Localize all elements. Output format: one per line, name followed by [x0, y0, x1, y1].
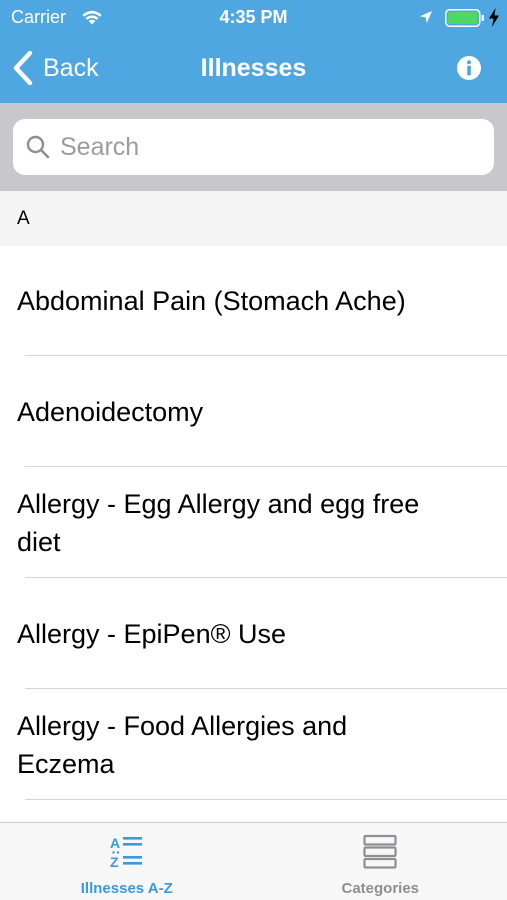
tab-label: Illnesses A-Z [80, 880, 173, 897]
battery-icon [445, 9, 484, 27]
list-item[interactable]: Allergy - Egg Allergy and egg free diet [0, 467, 507, 578]
search-bar [0, 103, 507, 191]
tab-categories[interactable]: Categories [254, 823, 507, 900]
screen: Carrier 4:35 PM Back Illnesses Search A … [0, 0, 507, 900]
location-arrow-icon [420, 11, 432, 23]
section-header-label: A [17, 208, 30, 229]
nav-bar: Back Illnesses [0, 36, 507, 103]
charging-bolt-icon [489, 8, 499, 27]
tab-bar: A Z Illnesses A-Z Categories [0, 822, 507, 900]
list-item[interactable]: Allergy - Food Allergies and Eczema [0, 689, 507, 800]
tab-illnesses-a-z[interactable]: A Z Illnesses A-Z [0, 823, 254, 900]
illness-list: Abdominal Pain (Stomach Ache) Adenoidect… [0, 246, 507, 800]
page-title: Illnesses [200, 54, 307, 82]
search-input[interactable] [60, 132, 480, 162]
list-item-label: Adenoidectomy [17, 396, 204, 427]
categories-stack-icon [363, 834, 397, 869]
info-icon[interactable] [457, 56, 481, 80]
list-item-label: Allergy - EpiPen® Use [17, 618, 286, 649]
status-bar: Carrier 4:35 PM [0, 0, 507, 36]
list-item[interactable]: Allergy - EpiPen® Use [0, 578, 507, 689]
list-item[interactable]: Adenoidectomy [0, 356, 507, 467]
a-z-list-icon: A Z [110, 835, 142, 870]
list-item[interactable]: Abdominal Pain (Stomach Ache) [0, 246, 507, 356]
list-item-label: Abdominal Pain (Stomach Ache) [17, 286, 406, 316]
svg-text:A: A [110, 835, 120, 851]
tab-label: Categories [341, 880, 420, 897]
svg-text:Z: Z [110, 854, 119, 870]
header: Carrier 4:35 PM Back Illnesses [0, 0, 507, 103]
list-item-label: Allergy - Egg Allergy and egg free diet [17, 488, 420, 557]
section-header: A [0, 191, 507, 246]
magnifying-glass-icon [26, 135, 50, 159]
search-field[interactable] [13, 119, 494, 175]
list-item-label: Allergy - Food Allergies and Eczema [17, 710, 348, 779]
